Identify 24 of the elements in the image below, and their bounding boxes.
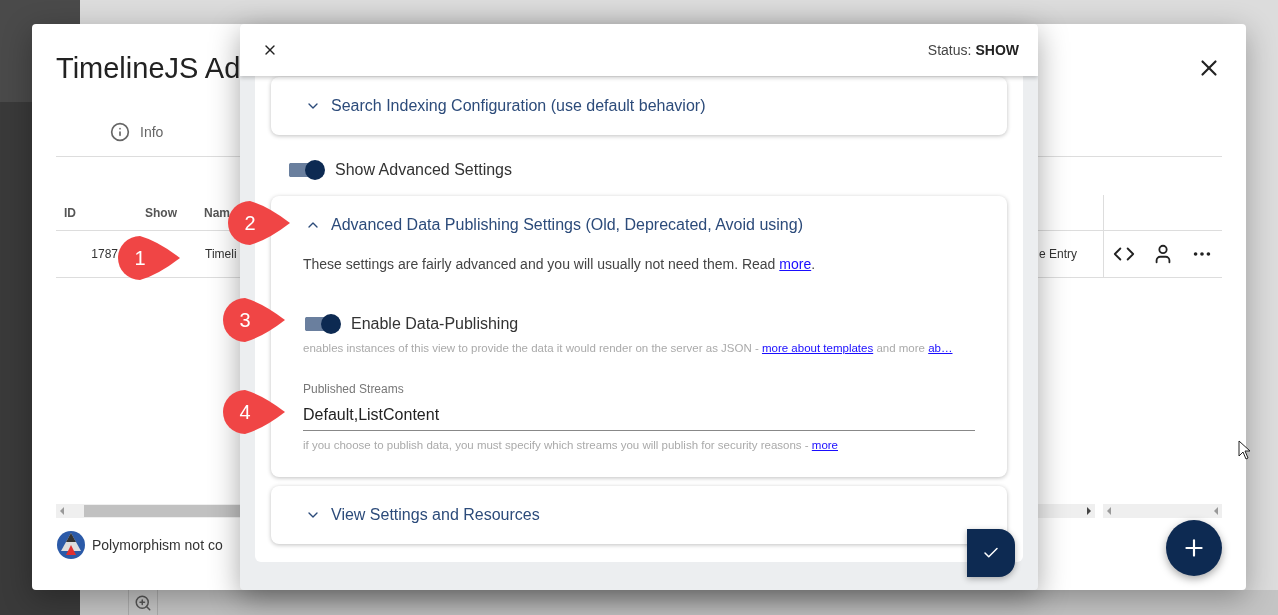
link[interactable]: ab… bbox=[928, 342, 953, 354]
info-icon bbox=[110, 122, 130, 142]
link[interactable]: more about templates bbox=[761, 342, 874, 354]
tab[interactable]: Info bbox=[110, 122, 164, 142]
hint-text: enables instances of this view to provide the data it would render on the server as JSON - more about templates and more ab… bbox=[303, 342, 954, 354]
toggle-switch[interactable] bbox=[303, 314, 341, 334]
link[interactable]: more bbox=[811, 439, 838, 451]
scrollbar[interactable] bbox=[1103, 504, 1222, 518]
status-label: Status: bbox=[927, 42, 972, 58]
toggle-label: Show Advanced Settings bbox=[335, 161, 512, 179]
toggle-label: Enable Data-Publishing bbox=[351, 315, 519, 333]
link[interactable]: more bbox=[779, 256, 812, 272]
add-button[interactable] bbox=[1166, 520, 1222, 576]
column-header: Show bbox=[126, 195, 196, 231]
toggle-switch[interactable] bbox=[287, 160, 325, 180]
hint-text: if you choose to publish data, you must specify which streams you will publish for security reasons - more bbox=[303, 439, 839, 451]
save-button[interactable] bbox=[967, 529, 1015, 577]
column-header: ID bbox=[56, 195, 126, 231]
zoom-in-icon[interactable] bbox=[134, 593, 152, 612]
status-value: SHOW bbox=[975, 42, 1019, 58]
dialog-title: TimelineJS Ad bbox=[56, 51, 241, 85]
field-label: Published Streams bbox=[303, 382, 405, 396]
footer-text: Polymorphism not co bbox=[92, 537, 223, 553]
section-header[interactable]: Search Indexing Configuration (use default behavior) bbox=[271, 77, 1007, 135]
